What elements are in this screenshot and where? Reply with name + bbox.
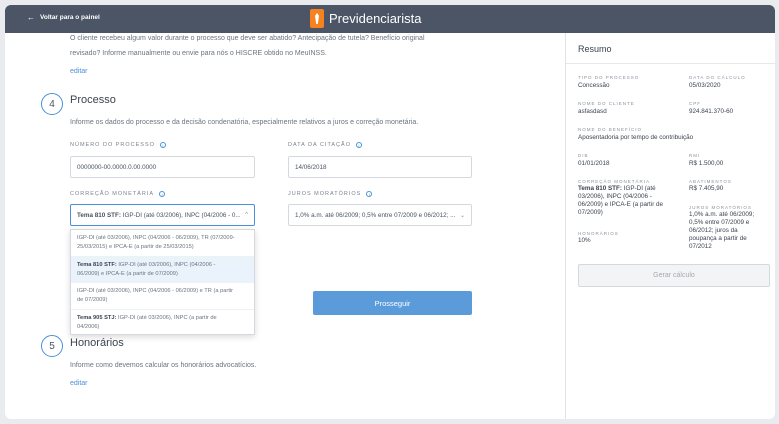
logo: Previdenciarista xyxy=(310,9,422,28)
juros-line: 0,5% entre 07/2009 e xyxy=(689,219,750,226)
honorarios-label: Honorários xyxy=(578,231,619,236)
numero-processo-value: 0000000-00.0000.0.00.0000 xyxy=(77,163,157,171)
option-bold: Tema 905 STJ: xyxy=(77,314,117,321)
beneficio-value: Aposentadoria por tempo de contribuição xyxy=(578,134,694,141)
data-citacao-label: Data da citação i xyxy=(288,142,362,148)
abatimentos-label: Abatimentos xyxy=(689,179,732,184)
option-line: Tema 905 STJ: IGP-DI (até 03/2006), INPC… xyxy=(77,314,248,323)
correcao-monetaria-select[interactable]: Tema 810 STF: IGP-DI (até 03/2006), INPC… xyxy=(70,204,255,226)
processo-title: Processo xyxy=(70,94,116,106)
option-line: 06/2009) e IPCA-E (a partir de 07/2009) xyxy=(77,270,178,277)
data-calculo-label: Data do cálculo xyxy=(689,75,746,80)
cliente-value: asfasdasd xyxy=(578,108,607,115)
correcao-monetaria-selected: Tema 810 STF: IGP-DI (até 03/2006), INPC… xyxy=(77,212,241,219)
rmi-label: RMI xyxy=(689,153,701,158)
dropdown-option[interactable]: IGP-DI (até 03/2006), INPC (04/2006 - 06… xyxy=(71,230,254,257)
option-text: IGP-DI (até 03/2006), INPC (a partir de xyxy=(118,314,217,321)
correcao-line: 07/2009) xyxy=(578,209,603,216)
info-icon[interactable]: i xyxy=(159,142,166,148)
logo-text: Previdenciarista xyxy=(329,11,422,26)
data-citacao-value: 14/06/2018 xyxy=(295,163,327,171)
abatimentos-value: R$ 7.405,90 xyxy=(689,185,724,192)
prosseguir-button[interactable]: Prosseguir xyxy=(313,291,472,315)
correcao-label: Correção monetária xyxy=(578,179,651,184)
data-calculo-value: 05/03/2020 xyxy=(689,82,721,89)
juros-line: poupança a partir de xyxy=(689,235,747,242)
rmi-value: R$ 1.500,00 xyxy=(689,160,724,167)
step-4-indicator: 4 xyxy=(41,93,63,115)
back-label: Voltar para o painel xyxy=(40,14,100,21)
juros-moratorios-selected: 1,0% a.m. até 06/2009; 0,5% entre 07/200… xyxy=(295,211,456,219)
prev-section-text-1: O cliente recebeu algum valor durante o … xyxy=(70,35,425,42)
step-5-indicator: 5 xyxy=(41,335,63,357)
correcao-value: Tema 810 STF: IGP-DI (até 03/2006), INPC… xyxy=(578,185,683,217)
prev-section-text-2: revisado? Informe manualmente ou envie p… xyxy=(70,50,327,57)
dropdown-option-selected[interactable]: Tema 810 STF: IGP-DI (até 03/2006), INPC… xyxy=(71,256,254,283)
top-bar: ← Voltar para o painel Previdenciarista xyxy=(5,5,775,33)
honorarios-title: Honorários xyxy=(70,337,124,349)
logo-tie-icon xyxy=(310,9,324,28)
dib-value: 01/01/2018 xyxy=(578,160,610,167)
option-line: IGP-DI (até 03/2006), INPC (04/2006 - 06… xyxy=(77,235,235,241)
chevron-down-icon: ⌄ xyxy=(459,212,465,219)
honorarios-value: 10% xyxy=(578,237,591,244)
dropdown-option[interactable]: Tema 905 STJ: IGP-DI (até 03/2006), INPC… xyxy=(71,310,254,335)
juros-moratorios-label-text: Juros moratórios xyxy=(288,191,362,197)
option-line: de 07/2009) xyxy=(77,297,108,303)
cliente-label: Nome do cliente xyxy=(578,101,635,106)
info-icon[interactable]: i xyxy=(366,191,373,197)
option-line: 25/03/2015) e IPCA-E (a partir de 25/03/… xyxy=(77,244,194,250)
info-icon[interactable]: i xyxy=(159,191,166,197)
juros-line: 1,0% a.m. até 06/2009; xyxy=(689,211,755,218)
dropdown-option[interactable]: IGP-DI (até 03/2006), INPC (04/2006 - 06… xyxy=(71,283,254,310)
juros-value: 1,0% a.m. até 06/2009; 0,5% entre 07/200… xyxy=(689,211,754,251)
correcao-line: 06/2009) e IPCA-E (a partir de xyxy=(578,201,664,208)
correcao-monetaria-label-text: Correção monetária xyxy=(70,191,155,197)
summary-sidebar: Resumo Tipo do processo Concessão Data d… xyxy=(565,33,776,419)
back-to-dashboard-link[interactable]: ← Voltar para o painel xyxy=(27,13,100,22)
gerar-calculo-button[interactable]: Gerar cálculo xyxy=(578,264,770,287)
tipo-processo-value: Concessão xyxy=(578,82,610,89)
data-citacao-input[interactable]: 14/06/2018 xyxy=(288,156,472,178)
correcao-monetaria-label: Correção monetária i xyxy=(70,191,166,197)
honorarios-edit-link[interactable]: editar xyxy=(70,380,88,387)
tipo-processo-label: Tipo do processo xyxy=(578,75,640,80)
numero-processo-label: Número do processo i xyxy=(70,142,166,148)
beneficio-label: Nome do benefício xyxy=(578,127,643,132)
option-line: IGP-DI (até 03/2006), INPC (04/2006 - 06… xyxy=(77,288,234,294)
summary-title: Resumo xyxy=(578,44,612,54)
correcao-bold: Tema 810 STF: xyxy=(578,185,622,192)
main-content: O cliente recebeu algum valor durante o … xyxy=(5,33,565,419)
divider xyxy=(566,63,776,64)
juros-moratorios-select[interactable]: 1,0% a.m. até 06/2009; 0,5% entre 07/200… xyxy=(288,204,472,226)
correcao-dropdown-menu: IGP-DI (até 03/2006), INPC (04/2006 - 06… xyxy=(70,229,255,335)
chevron-up-icon: ^ xyxy=(245,212,248,218)
data-citacao-label-text: Data da citação xyxy=(288,142,351,148)
correcao-bold: Tema 810 STF: xyxy=(77,211,121,219)
dib-label: DIB xyxy=(578,153,589,158)
juros-label: Juros moratórios xyxy=(689,205,752,210)
correcao-rest: IGP-DI (até 03/2006), INPC (04/2006 - 0.… xyxy=(122,211,241,219)
juros-line: 06/2012; juros da xyxy=(689,227,738,234)
prev-section-edit-link[interactable]: editar xyxy=(70,68,88,75)
numero-processo-label-text: Número do processo xyxy=(70,142,155,148)
correcao-line: 03/2006), INPC (04/2006 - xyxy=(578,193,652,200)
option-text: IGP-DI (até 03/2006), INPC (04/2006 - xyxy=(118,261,216,268)
option-bold: Tema 810 STF: xyxy=(77,261,117,268)
correcao-line: Tema 810 STF: IGP-DI (até xyxy=(578,185,683,193)
processo-description: Informe os dados do processo e da decisã… xyxy=(70,119,419,126)
numero-processo-input[interactable]: 0000000-00.0000.0.00.0000 xyxy=(70,156,255,178)
cpf-label: CPF xyxy=(689,101,701,106)
honorarios-description: Informe como devemos calcular os honorár… xyxy=(70,362,257,369)
arrow-left-icon: ← xyxy=(27,13,35,22)
option-line: 04/2006) xyxy=(77,323,100,330)
option-line: Tema 810 STF: IGP-DI (até 03/2006), INPC… xyxy=(77,261,248,270)
info-icon[interactable]: i xyxy=(355,142,362,148)
juros-line: 07/2012 xyxy=(689,243,712,250)
juros-moratorios-label: Juros moratórios i xyxy=(288,191,373,197)
cpf-value: 924.841.370-60 xyxy=(689,108,734,115)
correcao-text: IGP-DI (até xyxy=(623,185,656,192)
